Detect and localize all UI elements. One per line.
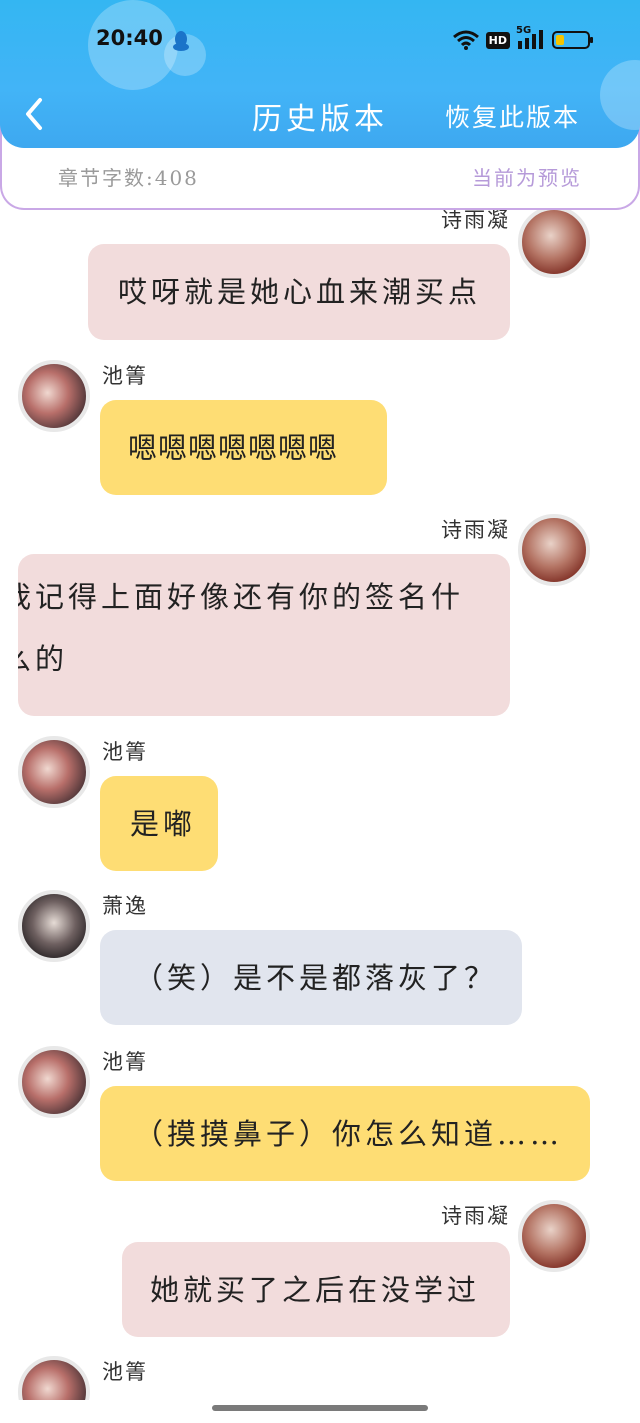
wifi-icon [452, 30, 479, 50]
chat-message: 池箐 （摸摸鼻子）你怎么知道…… [0, 1046, 640, 1186]
message-line: 我记得上面好像还有你的签名什 [18, 580, 465, 614]
sender-name: 诗雨凝 [441, 1204, 510, 1228]
top-app-bar: 20:40 HD 5G 历史版本 恢复此版本 [0, 0, 640, 148]
cellular-signal-icon: 5G [516, 25, 546, 51]
hd-badge: HD [485, 31, 510, 49]
chat-history[interactable]: 诗雨凝 哎呀就是她心血来潮买点 池箐 嗯嗯嗯嗯嗯嗯嗯 诗雨凝 我记得上面好像还有… [0, 210, 640, 1400]
avatar[interactable] [18, 890, 90, 962]
avatar[interactable] [518, 514, 590, 586]
chat-message: 池箐 [0, 1356, 640, 1400]
message-bubble: 是嘟 [100, 776, 218, 871]
avatar[interactable] [518, 1200, 590, 1272]
sender-name: 池箐 [102, 1050, 148, 1074]
chat-message: 萧逸 （笑）是不是都落灰了？ [0, 890, 640, 1030]
chat-message: 池箐 嗯嗯嗯嗯嗯嗯嗯 [0, 360, 640, 500]
sender-name: 池箐 [102, 740, 148, 764]
sender-name: 诗雨凝 [441, 210, 510, 232]
avatar[interactable] [518, 210, 590, 278]
message-bubble: （摸摸鼻子）你怎么知道…… [100, 1086, 590, 1181]
avatar[interactable] [18, 1356, 90, 1400]
battery-icon [552, 31, 593, 49]
status-icons: HD 5G [452, 25, 594, 52]
restore-version-button[interactable]: 恢复此版本 [445, 98, 580, 134]
message-bubble: 我记得上面好像还有你的签名什 么的 [18, 554, 510, 716]
sender-name: 萧逸 [102, 894, 148, 918]
status-time: 20:40 [96, 26, 163, 50]
message-line: 么的 [18, 642, 69, 676]
avatar[interactable] [18, 360, 90, 432]
chat-message: 诗雨凝 哎呀就是她心血来潮买点 [0, 210, 640, 340]
chapter-word-count: 章节字数:408 [58, 166, 199, 190]
preview-status-label: 当前为预览 [472, 166, 582, 190]
message-bubble: 她就买了之后在没学过 [122, 1242, 510, 1337]
sender-name: 池箐 [102, 364, 148, 388]
message-bubble: 哎呀就是她心血来潮买点 [88, 244, 510, 340]
qq-notification-icon [173, 31, 189, 51]
sender-name: 诗雨凝 [441, 518, 510, 542]
chat-message: 诗雨凝 我记得上面好像还有你的签名什 么的 [0, 514, 640, 724]
chat-message: 诗雨凝 她就买了之后在没学过 [0, 1200, 640, 1340]
message-bubble: 嗯嗯嗯嗯嗯嗯嗯 [100, 400, 387, 495]
home-indicator[interactable] [212, 1405, 428, 1411]
chat-message: 池箐 是嘟 [0, 736, 640, 876]
avatar[interactable] [18, 1046, 90, 1118]
avatar[interactable] [18, 736, 90, 808]
message-bubble: （笑）是不是都落灰了？ [100, 930, 522, 1025]
sender-name: 池箐 [102, 1360, 148, 1384]
